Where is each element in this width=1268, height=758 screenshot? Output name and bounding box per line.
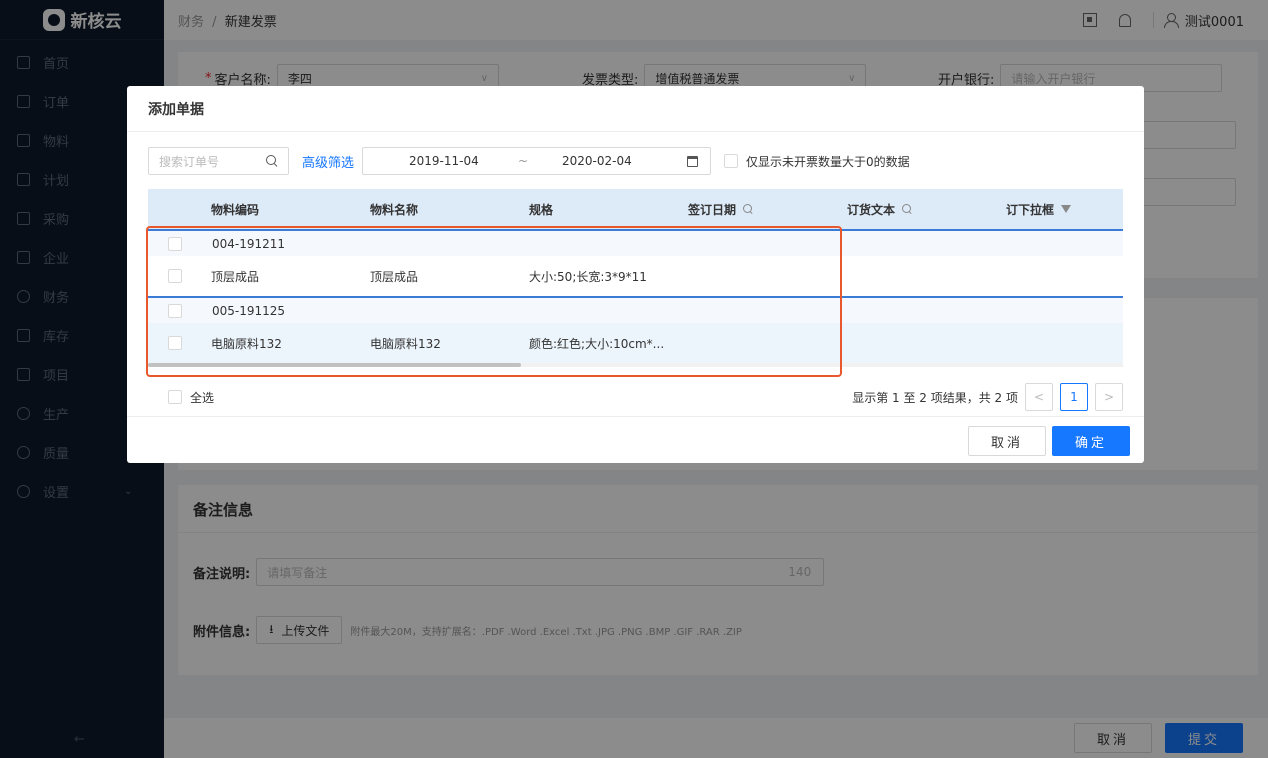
table-group-row: 004-191211	[148, 231, 1123, 256]
modal-confirm-button[interactable]: 确定	[1052, 426, 1130, 456]
calendar-icon	[687, 156, 699, 167]
order-number: 004-191211	[212, 236, 286, 251]
date-start[interactable]: 2019-11-04	[409, 154, 479, 168]
order-search-input[interactable]: 搜索订单号	[148, 147, 289, 175]
table-row: 电脑原料132 电脑原料132 颜色:红色;大小:10cm*...	[148, 323, 1123, 363]
next-page-button[interactable]: >	[1095, 383, 1123, 411]
table-footer: 全选 显示第 1 至 2 项结果，共 2 项 < 1 >	[148, 382, 1123, 412]
horizontal-scrollbar[interactable]	[148, 363, 1123, 367]
filter-icon[interactable]	[1061, 205, 1072, 213]
col-order-dropdown: 订下拉框	[1006, 189, 1072, 229]
column-search-icon[interactable]	[743, 204, 753, 214]
table-row: 顶层成品 顶层成品 大小:50;长宽:3*9*11	[148, 256, 1123, 296]
col-material-name: 物料名称	[370, 202, 419, 217]
scrollbar-thumb[interactable]	[148, 363, 521, 367]
spec: 颜色:红色;大小:10cm*...	[529, 336, 665, 351]
col-order-text: 订货文本	[847, 189, 912, 229]
material-name: 顶层成品	[370, 269, 419, 284]
row-checkbox[interactable]	[168, 236, 182, 251]
modal-footer: 取消 确定	[127, 416, 1144, 463]
checkbox[interactable]	[168, 390, 182, 404]
pagination-summary: 显示第 1 至 2 项结果，共 2 项	[852, 390, 1018, 405]
pagination: 显示第 1 至 2 项结果，共 2 项 < 1 >	[852, 383, 1123, 411]
date-separator: ~	[518, 154, 529, 168]
advanced-filter-link[interactable]: 高级筛选	[302, 152, 354, 171]
column-search-icon[interactable]	[902, 204, 912, 214]
documents-table: 物料编码 物料名称 规格 签订日期 订货文本 订下拉框 004-191211 顶…	[148, 189, 1123, 367]
col-spec: 规格	[529, 202, 554, 217]
date-range-picker[interactable]: 2019-11-04 ~ 2020-02-04	[362, 147, 712, 175]
filter-row: 搜索订单号 高级筛选 2019-11-04 ~ 2020-02-04 仅显示未开…	[148, 147, 910, 175]
col-material-code: 物料编码	[211, 202, 260, 217]
date-end[interactable]: 2020-02-04	[562, 154, 632, 168]
col-sign-date: 签订日期	[688, 189, 753, 229]
row-checkbox[interactable]	[168, 269, 182, 283]
add-document-modal: 添加单据 搜索订单号 高级筛选 2019-11-04 ~ 2020-02-04 …	[127, 86, 1144, 463]
row-checkbox[interactable]	[168, 303, 182, 318]
material-name: 电脑原料132	[370, 336, 441, 351]
row-checkbox[interactable]	[168, 336, 182, 350]
checkbox[interactable]	[724, 154, 739, 168]
table-group-row: 005-191125	[148, 298, 1123, 323]
prev-page-button[interactable]: <	[1025, 383, 1053, 411]
order-number: 005-191125	[212, 303, 286, 318]
search-icon[interactable]	[266, 155, 277, 166]
material-code: 电脑原料132	[211, 336, 282, 351]
select-all-checkbox[interactable]: 全选	[168, 389, 214, 406]
modal-title: 添加单据	[127, 86, 1144, 132]
only-unbilled-checkbox[interactable]: 仅显示未开票数量大于0的数据	[724, 153, 910, 170]
page-button-current[interactable]: 1	[1060, 383, 1088, 411]
spec: 大小:50;长宽:3*9*11	[529, 269, 647, 284]
table-header: 物料编码 物料名称 规格 签订日期 订货文本 订下拉框	[148, 189, 1123, 229]
modal-cancel-button[interactable]: 取消	[968, 426, 1046, 456]
material-code: 顶层成品	[211, 269, 260, 284]
